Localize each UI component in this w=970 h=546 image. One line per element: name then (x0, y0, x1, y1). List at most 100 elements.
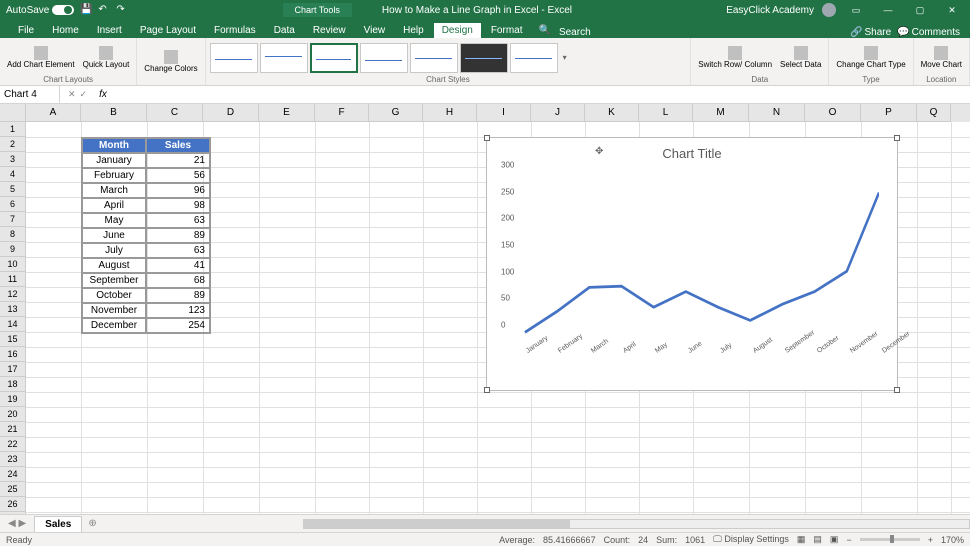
column-header-G[interactable]: G (369, 104, 423, 122)
row-header-13[interactable]: 13 (0, 302, 26, 317)
column-header-Q[interactable]: Q (917, 104, 951, 122)
row-header-25[interactable]: 25 (0, 482, 26, 497)
column-header-I[interactable]: I (477, 104, 531, 122)
column-header-A[interactable]: A (26, 104, 81, 122)
menu-format[interactable]: Format (483, 23, 531, 38)
cell-month[interactable]: July (82, 243, 146, 258)
view-page-break-icon[interactable]: ▣ (830, 534, 839, 545)
resize-handle-nw[interactable] (484, 135, 490, 141)
plot-area[interactable]: 050100150200250300 (505, 165, 879, 345)
save-icon[interactable]: 💾 (80, 4, 92, 16)
resize-handle-sw[interactable] (484, 387, 490, 393)
sheet-nav-prev-icon[interactable]: ◀ ▶ (0, 518, 34, 529)
menu-review[interactable]: Review (305, 23, 354, 38)
cells-area[interactable]: Month Sales January21February56March96Ap… (26, 122, 970, 524)
formula-enter-icon[interactable]: ✓ (80, 89, 88, 100)
row-header-18[interactable]: 18 (0, 377, 26, 392)
maximize-button[interactable]: ▢ (908, 1, 932, 19)
change-chart-type-button[interactable]: Change Chart Type (833, 44, 908, 72)
row-header-26[interactable]: 26 (0, 497, 26, 512)
row-header-12[interactable]: 12 (0, 287, 26, 302)
change-colors-button[interactable]: Change Colors (141, 48, 200, 76)
row-header-8[interactable]: 8 (0, 227, 26, 242)
cell-month[interactable]: June (82, 228, 146, 243)
menu-formulas[interactable]: Formulas (206, 23, 264, 38)
cell-month[interactable]: October (82, 288, 146, 303)
fx-icon[interactable]: fx (95, 89, 111, 100)
column-header-L[interactable]: L (639, 104, 693, 122)
cell-sales[interactable]: 254 (146, 318, 210, 333)
new-sheet-button[interactable]: ⊕ (82, 518, 102, 529)
chart-style-4[interactable] (360, 43, 408, 73)
cell-month[interactable]: November (82, 303, 146, 318)
autosave-toggle[interactable]: AutoSave (6, 5, 74, 16)
search-icon[interactable]: 🔍 (533, 23, 557, 38)
chart-style-7[interactable] (510, 43, 558, 73)
account-name[interactable]: EasyClick Academy (726, 5, 814, 16)
table-header-sales[interactable]: Sales (146, 138, 210, 153)
resize-handle-se[interactable] (894, 387, 900, 393)
cell-sales[interactable]: 123 (146, 303, 210, 318)
column-header-H[interactable]: H (423, 104, 477, 122)
cell-month[interactable]: May (82, 213, 146, 228)
row-header-24[interactable]: 24 (0, 467, 26, 482)
tell-me-search[interactable]: Search (559, 27, 591, 38)
undo-icon[interactable]: ↶ (98, 4, 110, 16)
cell-month[interactable]: August (82, 258, 146, 273)
select-all-button[interactable] (0, 104, 26, 122)
menu-page-layout[interactable]: Page Layout (132, 23, 204, 38)
cell-sales[interactable]: 96 (146, 183, 210, 198)
row-header-3[interactable]: 3 (0, 152, 26, 167)
row-header-6[interactable]: 6 (0, 197, 26, 212)
column-header-M[interactable]: M (693, 104, 749, 122)
embedded-chart[interactable]: ✥ Chart Title 050100150200250300 January… (486, 137, 898, 391)
user-avatar[interactable] (822, 3, 836, 17)
cell-month[interactable]: March (82, 183, 146, 198)
horizontal-scrollbar[interactable] (303, 519, 970, 529)
menu-help[interactable]: Help (395, 23, 432, 38)
share-button[interactable]: 🔗 Share (850, 27, 891, 38)
column-header-C[interactable]: C (147, 104, 203, 122)
view-page-layout-icon[interactable]: ▤ (813, 534, 822, 545)
menu-file[interactable]: File (10, 23, 42, 38)
display-settings[interactable]: 🖵 Display Settings (713, 534, 789, 545)
cell-sales[interactable]: 41 (146, 258, 210, 273)
cell-month[interactable]: February (82, 168, 146, 183)
zoom-slider[interactable] (860, 538, 920, 541)
column-header-K[interactable]: K (585, 104, 639, 122)
cell-month[interactable]: September (82, 273, 146, 288)
name-box[interactable]: Chart 4 (0, 86, 60, 103)
row-header-21[interactable]: 21 (0, 422, 26, 437)
column-header-E[interactable]: E (259, 104, 315, 122)
cell-sales[interactable]: 56 (146, 168, 210, 183)
chart-style-1[interactable] (210, 43, 258, 73)
row-header-15[interactable]: 15 (0, 332, 26, 347)
row-header-2[interactable]: 2 (0, 137, 26, 152)
cell-sales[interactable]: 21 (146, 153, 210, 168)
view-normal-icon[interactable]: ▦ (797, 534, 806, 545)
menu-data[interactable]: Data (266, 23, 303, 38)
ribbon-options-icon[interactable]: ▭ (844, 1, 868, 19)
chart-style-2[interactable] (260, 43, 308, 73)
column-header-B[interactable]: B (81, 104, 147, 122)
row-header-11[interactable]: 11 (0, 272, 26, 287)
row-header-14[interactable]: 14 (0, 317, 26, 332)
cell-sales[interactable]: 89 (146, 228, 210, 243)
row-header-4[interactable]: 4 (0, 167, 26, 182)
row-header-10[interactable]: 10 (0, 257, 26, 272)
column-header-N[interactable]: N (749, 104, 805, 122)
formula-cancel-icon[interactable]: ✕ (68, 89, 76, 100)
row-header-1[interactable]: 1 (0, 122, 26, 137)
row-header-16[interactable]: 16 (0, 347, 26, 362)
row-header-9[interactable]: 9 (0, 242, 26, 257)
menu-insert[interactable]: Insert (89, 23, 130, 38)
chart-style-3[interactable] (310, 43, 358, 73)
column-header-F[interactable]: F (315, 104, 369, 122)
minimize-button[interactable]: — (876, 1, 900, 19)
add-chart-element-button[interactable]: Add Chart Element (4, 44, 78, 72)
column-header-D[interactable]: D (203, 104, 259, 122)
menu-design[interactable]: Design (434, 23, 481, 38)
row-header-22[interactable]: 22 (0, 437, 26, 452)
row-header-5[interactable]: 5 (0, 182, 26, 197)
zoom-level[interactable]: 170% (941, 535, 964, 545)
